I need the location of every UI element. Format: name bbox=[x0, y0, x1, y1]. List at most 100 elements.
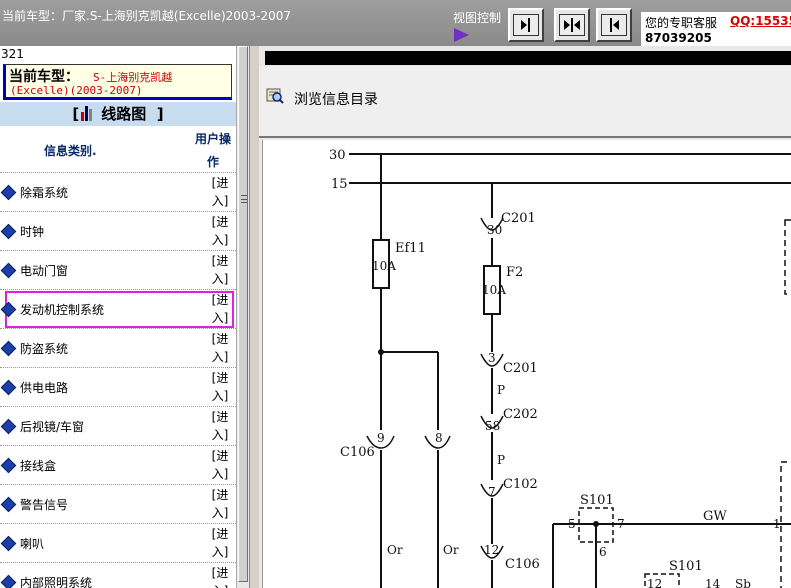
book-icon bbox=[0, 574, 17, 588]
category-label[interactable]: 电动门窗 bbox=[20, 262, 68, 279]
c202-label: C202 bbox=[503, 407, 538, 422]
wiring-diagram[interactable]: 30 15 Ef11 10A 9 8 C106 Or Or 30 C201 F2… bbox=[262, 140, 791, 588]
header-strip bbox=[265, 51, 791, 65]
enter-link-line2: 入] bbox=[207, 582, 233, 588]
category-row[interactable]: 喇叭 [进 入] bbox=[0, 524, 236, 563]
c201-bottom-pin: 3 bbox=[488, 351, 496, 365]
category-panel: 321 当前车型： S-上海别克凯越 (Excelle)(2003-2007) … bbox=[0, 46, 250, 588]
category-label[interactable]: 喇叭 bbox=[20, 535, 44, 552]
s101-b-pin14: 14 bbox=[705, 577, 721, 588]
category-label[interactable]: 接线盒 bbox=[20, 457, 56, 474]
rail-30-label: 30 bbox=[329, 148, 346, 163]
category-label[interactable]: 除霜系统 bbox=[20, 184, 68, 201]
enter-link-line1: [进 bbox=[211, 332, 229, 346]
category-label[interactable]: 内部照明系统 bbox=[20, 574, 92, 588]
s101-label: S101 bbox=[580, 493, 614, 508]
wiring-diagram-svg: 30 15 Ef11 10A 9 8 C106 Or Or 30 C201 F2… bbox=[329, 148, 791, 588]
category-label[interactable]: 发动机控制系统 bbox=[20, 301, 104, 318]
s101-pin5: 5 bbox=[568, 517, 576, 531]
c106-label: C106 bbox=[340, 445, 375, 460]
enter-link-line2: 入] bbox=[211, 272, 229, 286]
magnifier-document-icon[interactable] bbox=[266, 88, 284, 104]
book-icon bbox=[0, 184, 17, 201]
book-icon bbox=[0, 340, 17, 357]
chart-bars-icon bbox=[81, 106, 93, 121]
component-outline-right-top bbox=[784, 219, 791, 295]
column-user-ops-line1: 用户操 bbox=[194, 132, 231, 146]
category-label[interactable]: 警告信号 bbox=[20, 496, 68, 513]
enter-link[interactable]: [进入] bbox=[207, 525, 233, 561]
category-row[interactable]: 内部照明系统 [进入] bbox=[0, 563, 236, 588]
enter-link-line2: 入] bbox=[211, 389, 229, 403]
enter-link[interactable]: [进入] bbox=[207, 174, 233, 210]
enter-link[interactable]: [进入] bbox=[207, 369, 233, 405]
category-row[interactable]: 警告信号 [进入] bbox=[0, 485, 236, 524]
c201-top-pin: 30 bbox=[487, 223, 502, 237]
enter-link-line1: [进 bbox=[211, 293, 229, 307]
category-label[interactable]: 供电电路 bbox=[20, 379, 68, 396]
enter-link[interactable]: [进入] bbox=[207, 447, 233, 483]
play-arrow-icon bbox=[454, 28, 469, 42]
enter-link[interactable]: [进入] bbox=[207, 252, 233, 288]
s101-b-pin12: 12 bbox=[647, 577, 662, 588]
category-row[interactable]: 除霜系统 [进 入] bbox=[0, 173, 236, 212]
current-model-label: 当前车型： bbox=[9, 69, 79, 85]
enter-link-line1: [进 bbox=[211, 215, 229, 229]
split-arrows-icon bbox=[564, 18, 580, 32]
wire-p-1-label: P bbox=[497, 383, 505, 397]
right-pin1: 1 bbox=[773, 517, 781, 531]
content-panel: 浏览信息目录 30 15 Ef11 10A 9 8 C106 Or Or 30 … bbox=[259, 46, 791, 588]
c106-pin8: 8 bbox=[435, 431, 443, 445]
category-row[interactable]: 发动机控制系统 [进 入] bbox=[0, 290, 236, 329]
category-row[interactable]: 供电电路 [进 入] bbox=[0, 368, 236, 407]
view-right-button[interactable] bbox=[508, 8, 544, 42]
wire-or-2-label: Or bbox=[443, 543, 459, 557]
view-left-button[interactable] bbox=[596, 8, 632, 42]
c106-b-label: C106 bbox=[505, 557, 540, 572]
enter-link-line1: [进 bbox=[211, 488, 229, 502]
enter-link-line2: 入] bbox=[211, 350, 229, 364]
enter-link[interactable]: [进入] bbox=[207, 408, 233, 444]
wire-sb-label: Sb bbox=[735, 577, 751, 588]
view-split-button[interactable] bbox=[554, 8, 590, 42]
column-category: 信息类别. bbox=[44, 144, 97, 158]
section-title: 线路图 bbox=[101, 105, 147, 123]
category-label[interactable]: 防盗系统 bbox=[20, 340, 68, 357]
section-bracket-left: [ bbox=[72, 105, 80, 123]
enter-link-line2: 入] bbox=[211, 467, 229, 481]
view-control-label: 视图控制 bbox=[453, 11, 502, 25]
category-list: 除霜系统 [进 入] 时钟 [进 入] 电动门窗 [进 入] 发动机控制系统 [进 入] 防盗系统 [进入… bbox=[0, 173, 236, 588]
category-row[interactable]: 时钟 [进 入] bbox=[0, 212, 236, 251]
column-user-ops: 用户操 作 bbox=[192, 128, 234, 174]
category-row[interactable]: 后视镜/车窗 [进 入] bbox=[0, 407, 236, 446]
enter-link[interactable]: [进入] bbox=[207, 330, 233, 366]
book-icon bbox=[0, 262, 17, 279]
book-icon bbox=[0, 418, 17, 435]
enter-link[interactable]: [进入] bbox=[207, 213, 233, 249]
enter-link-line1: [进 bbox=[211, 566, 229, 580]
category-label[interactable]: 后视镜/车窗 bbox=[20, 418, 84, 435]
enter-link-line1: [进 bbox=[211, 176, 229, 190]
service-phone: 87039205 bbox=[645, 31, 712, 45]
browse-catalog-link[interactable]: 浏览信息目录 bbox=[294, 89, 378, 109]
wire-gw-label: GW bbox=[703, 509, 727, 524]
service-qq-link[interactable]: QQ:155350 bbox=[730, 14, 791, 28]
category-row[interactable]: 防盗系统 [进入] bbox=[0, 329, 236, 368]
section-bracket-right: ] bbox=[156, 105, 164, 123]
category-label[interactable]: 时钟 bbox=[20, 223, 44, 240]
category-row[interactable]: 电动门窗 [进 入] bbox=[0, 251, 236, 290]
book-icon bbox=[0, 223, 17, 240]
enter-link-line2: 入] bbox=[211, 545, 229, 559]
c106-b-pin: 12 bbox=[484, 543, 499, 557]
vertical-scrollbar[interactable] bbox=[236, 46, 249, 588]
category-row[interactable]: 接线盒 [进 入] bbox=[0, 446, 236, 485]
enter-link[interactable]: [进入] bbox=[207, 564, 233, 588]
current-model-years: (Excelle)(2003-2007) bbox=[10, 84, 143, 97]
wire-or-1-label: Or bbox=[387, 543, 403, 557]
current-model-box: 当前车型： S-上海别克凯越 (Excelle)(2003-2007) bbox=[3, 64, 232, 100]
enter-link-line2: 入] bbox=[211, 506, 229, 520]
scrollbar-thumb[interactable] bbox=[238, 46, 248, 582]
enter-link[interactable]: [进入] bbox=[207, 291, 233, 327]
car-model-title: 当前车型：厂家.S-上海别克凯越(Excelle)2003-2007 bbox=[2, 9, 292, 23]
enter-link[interactable]: [进入] bbox=[207, 486, 233, 522]
